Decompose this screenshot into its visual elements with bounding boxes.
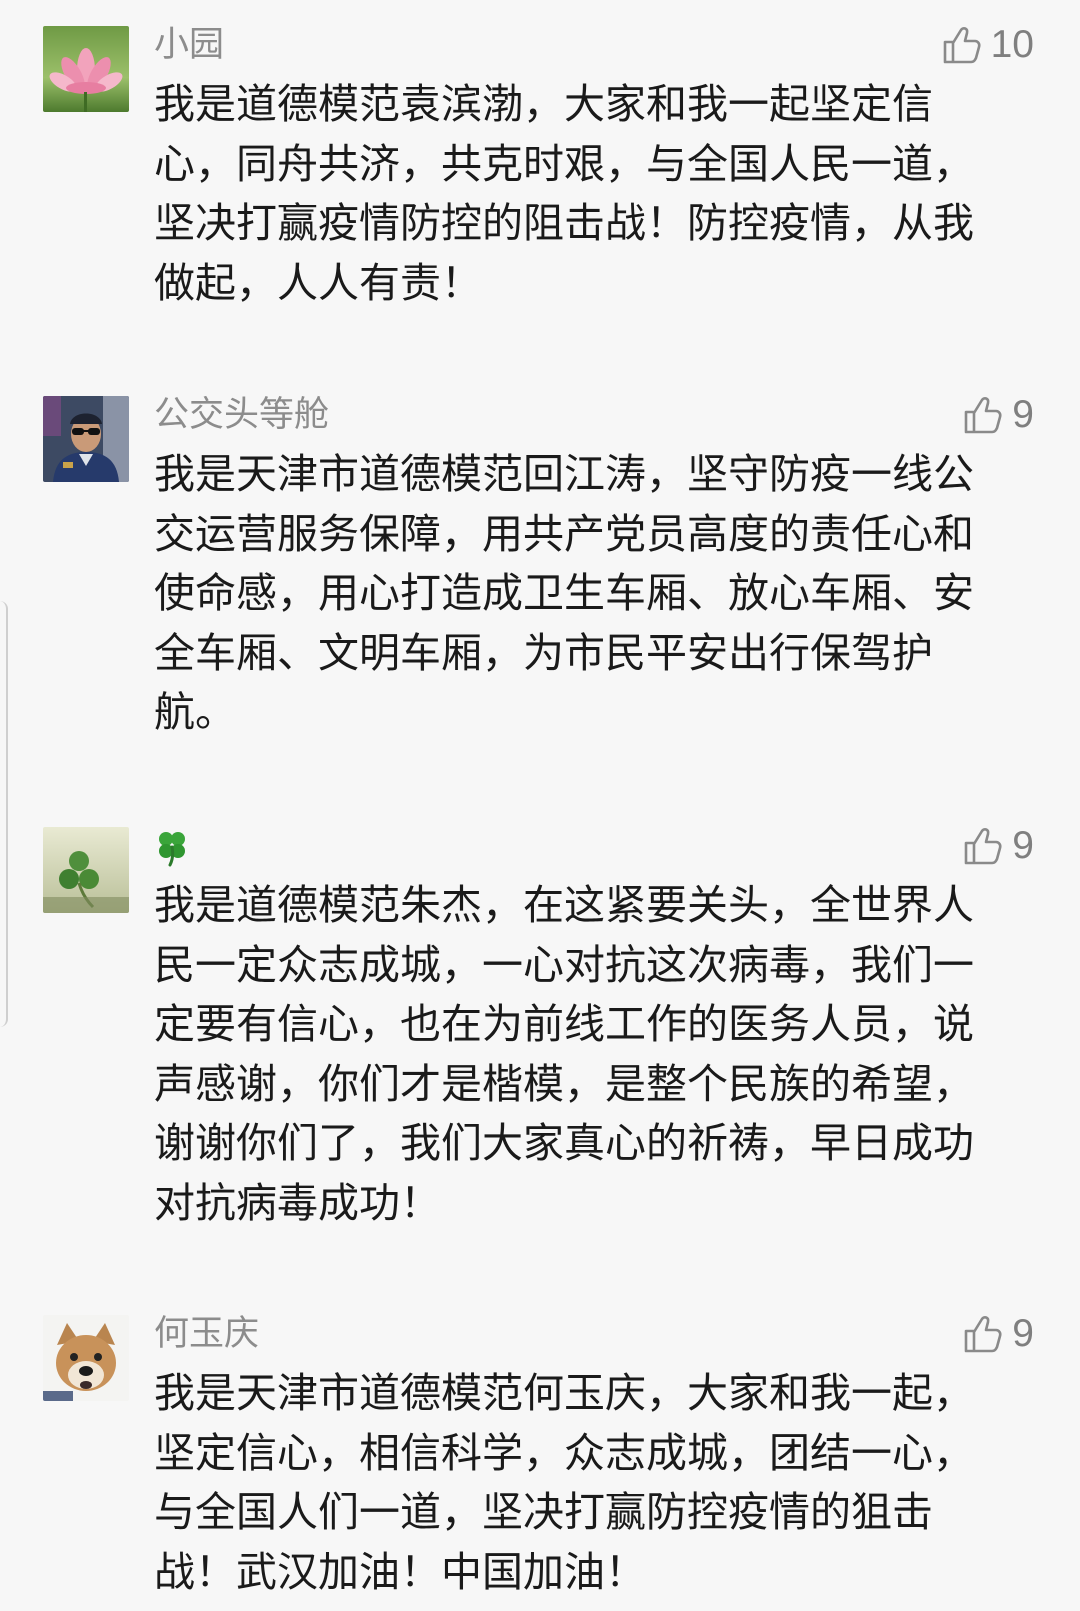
comment-line: 与全国人们一道，坚决打赢防控疫情的狙击 (154, 1488, 933, 1537)
commenter-name[interactable]: 公交头等舱 (154, 396, 329, 434)
comment-line: 谢谢你们了，我们大家真心的祈祷，早日成功 (154, 1119, 974, 1168)
avatar[interactable] (43, 1315, 129, 1401)
like-count: 9 (1012, 393, 1034, 436)
comment-line: 定要有信心，也在为前线工作的医务人员，说 (154, 1000, 974, 1049)
four-leaf-clover-icon (159, 832, 185, 867)
comment-line: 对抗病毒成功！ (154, 1178, 441, 1227)
uniformed-man-avatar-image (43, 396, 129, 482)
comment-line: 我是道德模范朱杰，在这紧要关头，全世界人 (154, 881, 974, 929)
lotus-avatar-image (43, 26, 129, 112)
avatar[interactable] (43, 26, 129, 112)
comment-line: 坚定信心，相信科学，众志成城，团结一心， (154, 1428, 974, 1477)
comment-line: 心，同舟共济，共克时艰，与全国人民一道， (154, 139, 974, 188)
thumbs-up-icon (964, 397, 1002, 434)
scroll-indicator[interactable] (0, 601, 8, 1027)
like-count: 9 (1012, 1312, 1034, 1355)
comment-line: 我是天津市道德模范回江涛，坚守防疫一线公 (154, 450, 974, 498)
comment-line: 民一定众志成城，一心对抗这次病毒，我们一 (154, 940, 974, 989)
thumbs-up-icon (964, 828, 1002, 865)
like-button[interactable]: 9 (962, 1313, 1034, 1355)
comment-text: 我是天津市道德模范回江涛，坚守防疫一线公 交运营服务保障，用共产党员高度的责任心… (154, 445, 1034, 743)
thumbs-up-icon (943, 27, 981, 64)
like-button[interactable]: 9 (962, 394, 1034, 436)
comment-line: 我是道德模范袁滨渤，大家和我一起坚定信 (154, 80, 933, 128)
comment-line: 航。 (154, 688, 236, 737)
commenter-name[interactable]: 何玉庆 (154, 1315, 259, 1353)
avatar[interactable] (43, 827, 129, 913)
thumbs-up-icon (964, 1316, 1002, 1353)
comment-line: 做起，人人有责！ (154, 258, 482, 307)
clover-avatar-image (43, 827, 129, 913)
like-button[interactable]: 9 (962, 825, 1034, 867)
comment-line: 我是天津市道德模范何玉庆，大家和我一起， (154, 1369, 974, 1417)
comment-line: 坚决打赢疫情防控的阻击战！防控疫情，从我 (154, 199, 974, 248)
comment-text: 我是道德模范袁滨渤，大家和我一起坚定信 心，同舟共济，共克时艰，与全国人民一道，… (154, 75, 1034, 313)
like-count: 10 (990, 23, 1034, 66)
comment-line: 交运营服务保障，用共产党员高度的责任心和 (154, 509, 974, 558)
comment-line: 声感谢，你们才是楷模，是整个民族的希望， (154, 1059, 974, 1108)
like-button[interactable]: 10 (941, 24, 1034, 66)
comment-text: 我是道德模范朱杰，在这紧要关头，全世界人 民一定众志成城，一心对抗这次病毒，我们… (154, 876, 1034, 1234)
like-count: 9 (1012, 824, 1034, 867)
comment-line: 战！武汉加油！中国加油！ (154, 1547, 646, 1596)
avatar[interactable] (43, 396, 129, 482)
comment-text: 我是天津市道德模范何玉庆，大家和我一起， 坚定信心，相信科学，众志成城，团结一心… (154, 1364, 1034, 1602)
comment-line: 使命感，用心打造成卫生车厢、放心车厢、安 (154, 569, 974, 618)
comment-line: 全车厢、文明车厢，为市民平安出行保驾护 (154, 628, 933, 677)
dog-avatar-image (43, 1315, 129, 1401)
commenter-name[interactable]: 小园 (154, 26, 224, 64)
